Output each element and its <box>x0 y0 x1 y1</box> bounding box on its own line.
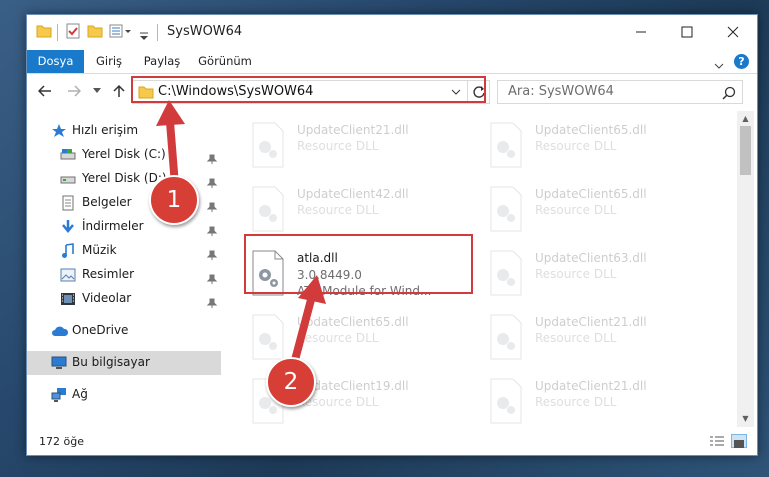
annotation-arrows <box>156 100 326 364</box>
step-1-badge: 1 <box>149 175 199 225</box>
step-2-badge: 2 <box>266 357 316 407</box>
